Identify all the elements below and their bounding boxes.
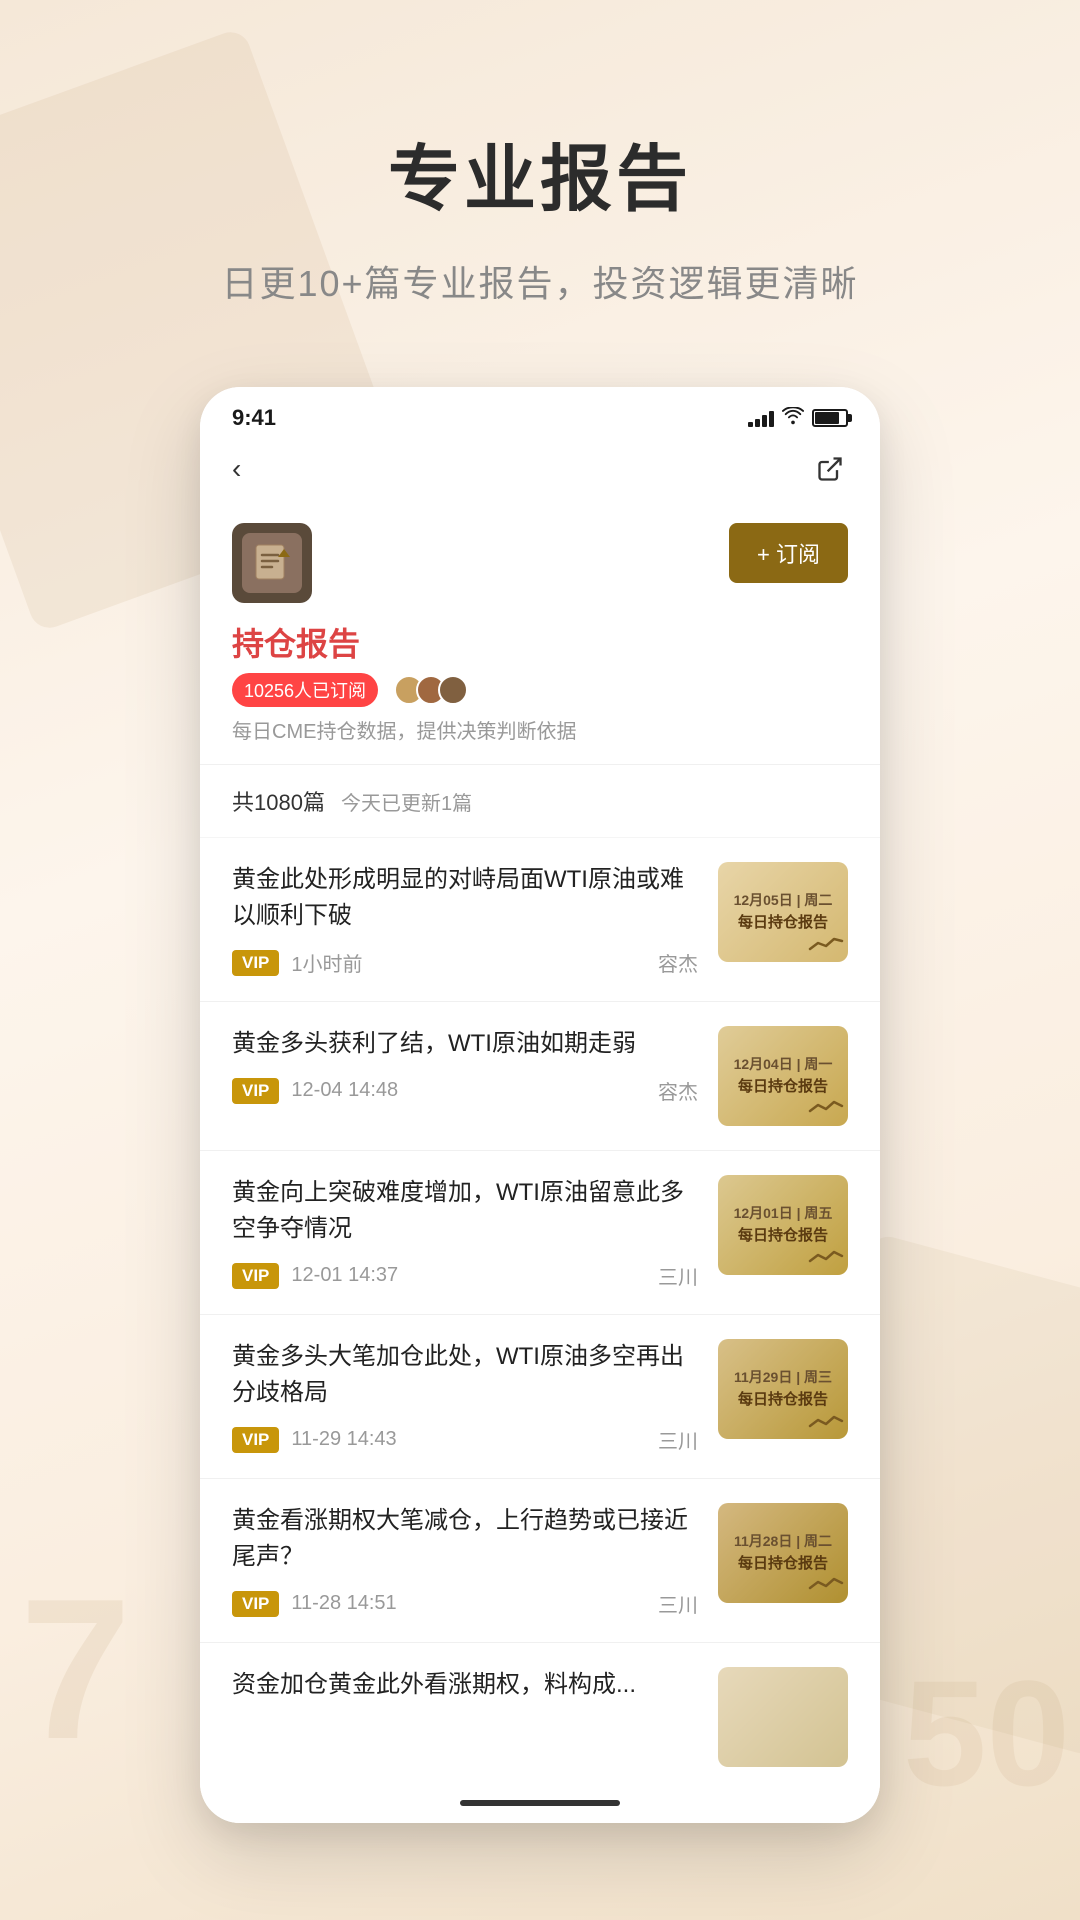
article-list: 黄金此处形成明显的对峙局面WTI原油或难以顺利下破 VIP 1小时前 容杰 12…	[200, 838, 880, 1783]
status-time: 9:41	[232, 405, 276, 431]
thumb-chart-icon	[808, 933, 844, 958]
article-item[interactable]: 黄金看涨期权大笔减仓，上行趋势或已接近尾声？ VIP 11-28 14:51 三…	[200, 1479, 880, 1643]
article-update-text: 今天已更新1篇	[341, 787, 472, 816]
phone-mockup-container: 9:41	[0, 347, 1080, 1903]
article-time: 1小时前	[291, 948, 362, 977]
article-thumbnail	[718, 1667, 848, 1767]
article-meta: VIP 12-04 14:48 容杰	[232, 1076, 698, 1105]
article-time: 12-01 14:37	[291, 1264, 398, 1287]
article-thumbnail: 12月01日 | 周五 每日持仓报告	[718, 1175, 848, 1275]
article-title: 资金加仓黄金此外看涨期权，料构成...	[232, 1667, 698, 1703]
article-item[interactable]: 黄金多头获利了结，WTI原油如期走弱 VIP 12-04 14:48 容杰 12…	[200, 1002, 880, 1151]
thumb-chart-icon	[808, 1097, 844, 1122]
article-content: 黄金此处形成明显的对峙局面WTI原油或难以顺利下破 VIP 1小时前 容杰	[232, 862, 698, 977]
article-author: 三川	[658, 1261, 698, 1290]
thumb-date: 12月01日 | 周五	[734, 1204, 833, 1222]
article-author: 三川	[658, 1425, 698, 1454]
page-header: 专业报告 日更10+篇专业报告，投资逻辑更清晰	[0, 0, 1080, 347]
article-thumbnail: 11月29日 | 周三 每日持仓报告	[718, 1339, 848, 1439]
article-count-bar: 共1080篇 今天已更新1篇	[200, 765, 880, 838]
article-content: 黄金多头大笔加仓此处，WTI原油多空再出分歧格局 VIP 11-29 14:43…	[232, 1339, 698, 1454]
article-author: 容杰	[658, 1076, 698, 1105]
thumb-chart-icon	[808, 1246, 844, 1271]
vip-badge: VIP	[232, 1591, 279, 1617]
thumb-date: 11月29日 | 周三	[734, 1368, 832, 1386]
thumb-date: 11月28日 | 周二	[734, 1532, 832, 1550]
article-item[interactable]: 黄金向上突破难度增加，WTI原油留意此多空争夺情况 VIP 12-01 14:3…	[200, 1151, 880, 1315]
article-meta: VIP 12-01 14:37 三川	[232, 1261, 698, 1290]
article-title: 黄金此处形成明显的对峙局面WTI原油或难以顺利下破	[232, 862, 698, 934]
article-content: 资金加仓黄金此外看涨期权，料构成...	[232, 1667, 698, 1717]
wifi-icon	[782, 407, 804, 430]
channel-top-row: + 订阅	[232, 523, 848, 603]
vip-badge: VIP	[232, 1078, 279, 1104]
nav-bar: ‹	[200, 441, 880, 503]
thumb-date: 12月05日 | 周二	[734, 891, 833, 909]
thumb-date: 12月04日 | 周一	[734, 1055, 833, 1073]
home-indicator	[200, 1783, 880, 1823]
thumb-chart-icon	[808, 1410, 844, 1435]
article-meta: VIP 11-29 14:43 三川	[232, 1425, 698, 1454]
channel-name: 持仓报告	[232, 619, 848, 665]
article-item[interactable]: 黄金多头大笔加仓此处，WTI原油多空再出分歧格局 VIP 11-29 14:43…	[200, 1315, 880, 1479]
vip-badge: VIP	[232, 1427, 279, 1453]
share-button[interactable]	[812, 451, 848, 487]
article-title: 黄金向上突破难度增加，WTI原油留意此多空争夺情况	[232, 1175, 698, 1247]
vip-badge: VIP	[232, 1263, 279, 1289]
channel-logo	[232, 523, 312, 603]
article-meta: VIP 11-28 14:51 三川	[232, 1589, 698, 1618]
vip-badge: VIP	[232, 950, 279, 976]
article-item-partial[interactable]: 资金加仓黄金此外看涨期权，料构成...	[200, 1643, 880, 1783]
article-time: 12-04 14:48	[291, 1079, 398, 1102]
article-author: 三川	[658, 1589, 698, 1618]
status-icons	[748, 407, 848, 430]
article-total-count: 共1080篇	[232, 785, 325, 817]
article-author: 容杰	[658, 948, 698, 977]
home-bar	[460, 1800, 620, 1806]
channel-meta: 10256人已订阅	[232, 673, 848, 707]
channel-desc: 每日CME持仓数据，提供决策判断依据	[232, 715, 848, 744]
thumb-title: 每日持仓报告	[738, 1554, 828, 1574]
article-time: 11-28 14:51	[291, 1592, 396, 1615]
thumb-title: 每日持仓报告	[738, 913, 828, 933]
thumb-title: 每日持仓报告	[738, 1390, 828, 1410]
article-title: 黄金多头大笔加仓此处，WTI原油多空再出分歧格局	[232, 1339, 698, 1411]
article-thumbnail: 12月04日 | 周一 每日持仓报告	[718, 1026, 848, 1126]
article-time: 11-29 14:43	[291, 1428, 396, 1451]
thumb-chart-icon	[808, 1574, 844, 1599]
article-content: 黄金看涨期权大笔减仓，上行趋势或已接近尾声？ VIP 11-28 14:51 三…	[232, 1503, 698, 1618]
article-thumbnail: 11月28日 | 周二 每日持仓报告	[718, 1503, 848, 1603]
phone-mockup: 9:41	[200, 387, 880, 1823]
page-title: 专业报告	[60, 120, 1020, 225]
channel-header: + 订阅 持仓报告 10256人已订阅 每日CME持仓数据，提供决策判断依据	[200, 503, 880, 765]
subscriber-badge: 10256人已订阅	[232, 673, 378, 707]
thumb-title: 每日持仓报告	[738, 1226, 828, 1246]
thumb-title: 每日持仓报告	[738, 1077, 828, 1097]
avatar-3	[438, 675, 468, 705]
page-subtitle: 日更10+篇专业报告，投资逻辑更清晰	[60, 255, 1020, 307]
status-bar: 9:41	[200, 387, 880, 441]
article-item[interactable]: 黄金此处形成明显的对峙局面WTI原油或难以顺利下破 VIP 1小时前 容杰 12…	[200, 838, 880, 1002]
back-button[interactable]: ‹	[232, 453, 241, 485]
article-meta: VIP 1小时前 容杰	[232, 948, 698, 977]
subscribe-button[interactable]: + 订阅	[729, 523, 848, 583]
battery-icon	[812, 409, 848, 427]
signal-icon	[748, 409, 774, 427]
article-content: 黄金向上突破难度增加，WTI原油留意此多空争夺情况 VIP 12-01 14:3…	[232, 1175, 698, 1290]
article-thumbnail: 12月05日 | 周二 每日持仓报告	[718, 862, 848, 962]
subscriber-count: 10256人已订阅	[244, 677, 366, 703]
article-title: 黄金多头获利了结，WTI原油如期走弱	[232, 1026, 698, 1062]
subscriber-avatars	[394, 675, 468, 705]
article-content: 黄金多头获利了结，WTI原油如期走弱 VIP 12-04 14:48 容杰	[232, 1026, 698, 1105]
article-title: 黄金看涨期权大笔减仓，上行趋势或已接近尾声？	[232, 1503, 698, 1575]
